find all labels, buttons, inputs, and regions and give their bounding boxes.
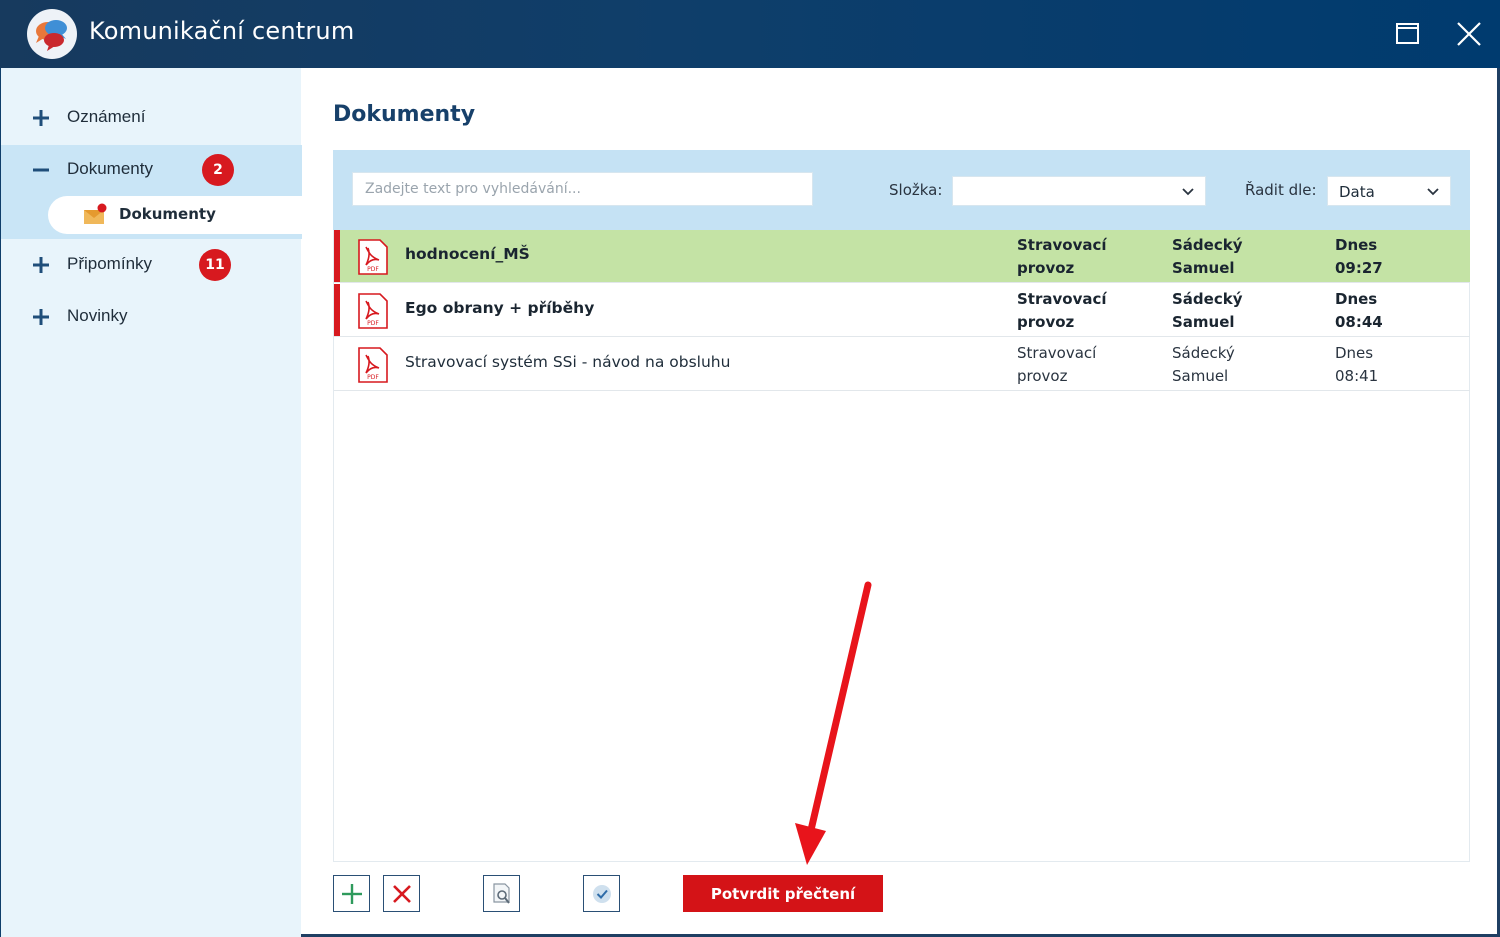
maximize-icon (1396, 23, 1419, 44)
sidebar-subitem-label: Dokumenty (119, 205, 216, 223)
document-search-icon (492, 882, 510, 904)
document-folder: Stravovací provoz (1017, 290, 1107, 331)
sidebar-item-label: Dokumenty (67, 159, 153, 178)
delete-button[interactable] (383, 875, 420, 912)
sidebar-item-label: Oznámení (67, 107, 146, 126)
plus-icon (341, 883, 362, 904)
page-title: Dokumenty (333, 102, 476, 127)
document-title: Stravovací systém SSi - návod na obsluhu (405, 353, 731, 371)
sidebar-item-label: Novinky (67, 306, 128, 325)
chevron-down-icon (1182, 188, 1194, 196)
x-icon (392, 884, 411, 903)
document-date: Dnes 08:41 (1335, 344, 1379, 385)
sort-select[interactable]: Data (1327, 176, 1451, 206)
document-folder: Stravovací provoz (1017, 236, 1107, 277)
unread-count-badge: 2 (202, 154, 234, 186)
plus-icon (33, 110, 49, 126)
mark-read-button[interactable] (583, 875, 620, 912)
filter-bar: Složka: Řadit dle: Data (333, 150, 1470, 230)
chevron-down-icon (1427, 188, 1439, 196)
folder-select[interactable] (952, 176, 1206, 206)
sidebar-item-novinky[interactable]: Novinky (1, 292, 302, 342)
app-logo-icon (27, 9, 77, 59)
sidebar-item-pripominky[interactable]: Připomínky 11 (1, 240, 302, 290)
document-date: Dnes 09:27 (1335, 236, 1383, 277)
preview-button[interactable] (483, 875, 520, 912)
maximize-button[interactable] (1388, 14, 1428, 54)
sort-select-value: Data (1339, 183, 1375, 201)
document-author: Sádecký Samuel (1172, 290, 1243, 331)
envelope-icon (84, 203, 107, 224)
close-button[interactable] (1449, 14, 1489, 54)
sidebar-item-label: Připomínky (67, 254, 153, 273)
title-bar: Komunikační centrum (0, 0, 1500, 68)
document-title: Ego obrany + příběhy (405, 299, 595, 317)
document-date: Dnes 08:44 (1335, 290, 1383, 331)
sidebar-subitem-dokumenty[interactable]: Dokumenty (48, 196, 302, 234)
pdf-icon: PDF (358, 293, 388, 329)
svg-text:PDF: PDF (367, 266, 379, 273)
folder-label: Složka: (889, 181, 943, 199)
window-title: Komunikační centrum (89, 17, 355, 45)
document-author: Sádecký Samuel (1172, 344, 1235, 385)
unread-count-badge: 11 (199, 249, 231, 281)
sort-label: Řadit dle: (1245, 181, 1317, 199)
table-row[interactable]: PDF hodnocení_MŠ Stravovací provoz Sádeck… (334, 230, 1470, 283)
sidebar: Oznámení Dokumenty 2 Dokumenty Připomínk… (0, 68, 302, 937)
sidebar-item-oznameni[interactable]: Oznámení (1, 93, 302, 143)
svg-text:PDF: PDF (367, 374, 379, 381)
sidebar-item-dokumenty[interactable]: Dokumenty 2 (1, 145, 302, 195)
table-row[interactable]: PDF Stravovací systém SSi - návod na obs… (334, 338, 1470, 391)
pdf-icon: PDF (358, 239, 388, 275)
confirm-read-button[interactable]: Potvrdit přečtení (683, 875, 883, 912)
pdf-icon: PDF (358, 347, 388, 383)
plus-icon (33, 309, 49, 325)
document-list: PDF hodnocení_MŠ Stravovací provoz Sádeck… (333, 230, 1470, 862)
document-title: hodnocení_MŠ (405, 245, 530, 263)
document-author: Sádecký Samuel (1172, 236, 1243, 277)
close-icon (1457, 22, 1481, 46)
search-input[interactable] (352, 172, 813, 206)
document-folder: Stravovací provoz (1017, 344, 1097, 385)
table-row[interactable]: PDF Ego obrany + příběhy Stravovací provo… (334, 284, 1470, 337)
svg-text:PDF: PDF (367, 320, 379, 327)
add-button[interactable] (333, 875, 370, 912)
minus-icon (33, 168, 49, 172)
plus-icon (33, 257, 49, 273)
check-circle-icon (592, 884, 611, 903)
